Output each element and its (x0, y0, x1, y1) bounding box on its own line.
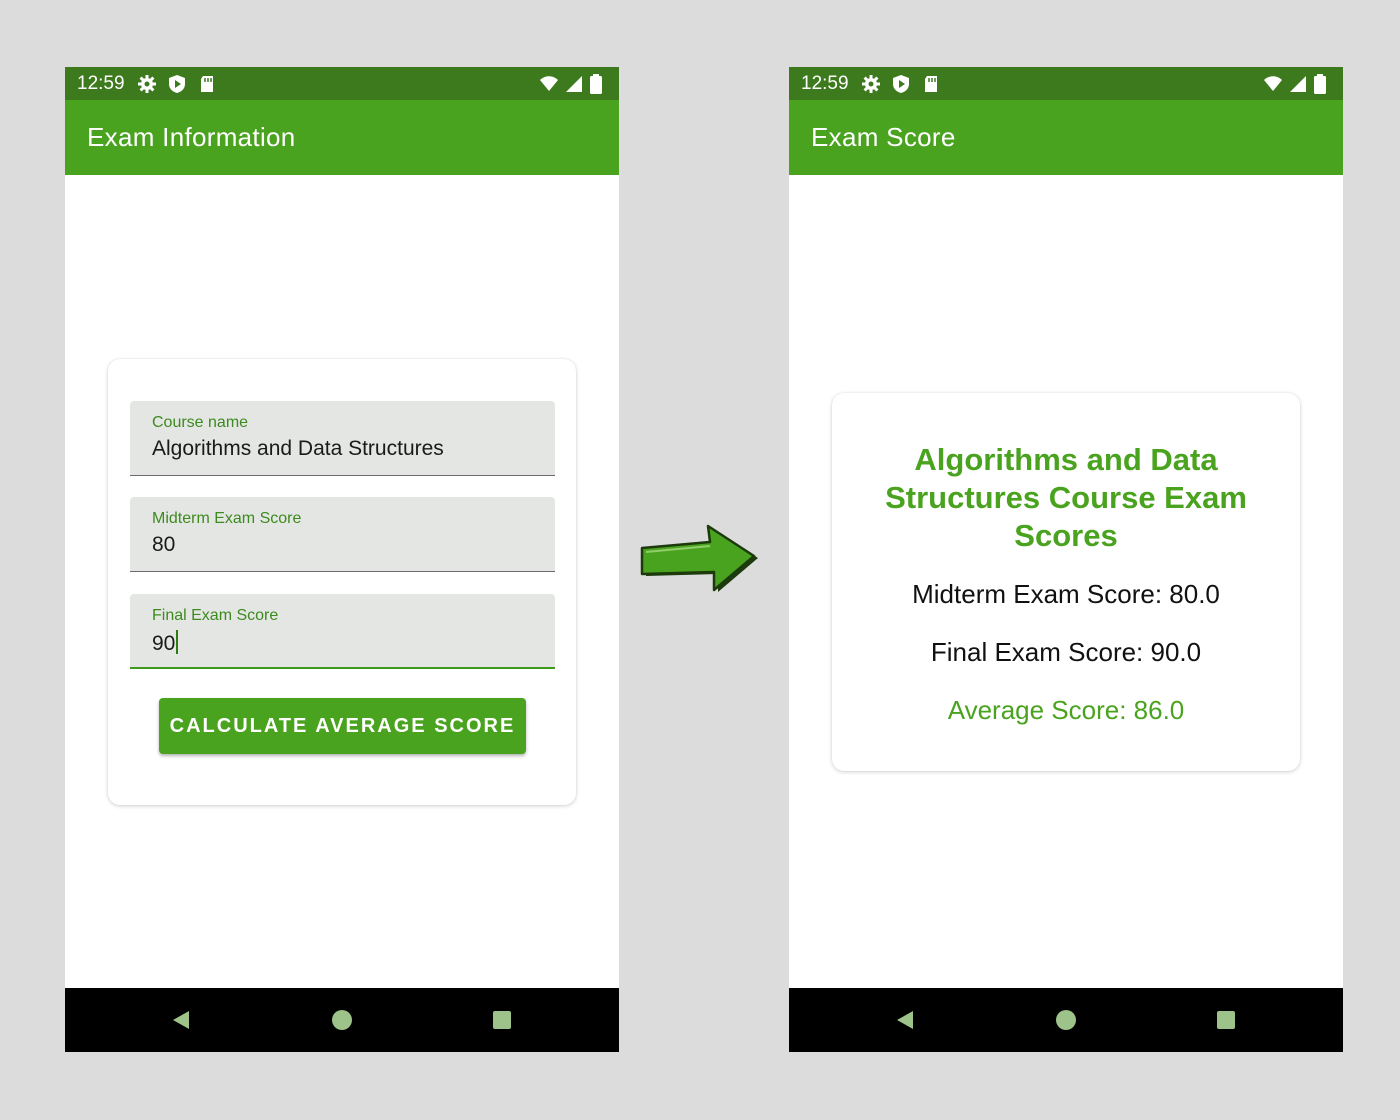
home-icon[interactable] (1054, 1008, 1078, 1032)
final-score-text: Final Exam Score: 90.0 (930, 637, 1202, 667)
app-bar: Exam Score (789, 100, 1343, 175)
status-time: 12:59 (77, 73, 125, 94)
recents-icon[interactable] (1214, 1008, 1238, 1032)
app-bar: Exam Information (65, 100, 619, 175)
page-title: Exam Score (811, 122, 956, 152)
final-score-value: 90 (152, 632, 176, 655)
course-name-value: Algorithms and Data Structures (152, 437, 444, 460)
midterm-score-text: Midterm Exam Score: 80.0 (912, 579, 1220, 609)
text-cursor (176, 630, 179, 654)
battery-icon (1313, 74, 1333, 94)
shield-play-icon (167, 74, 187, 94)
exam-score-card: Algorithms and Data Structures Course Ex… (832, 393, 1300, 771)
exam-score-screen: 12:59 Exam Score Algorithms and Data Str… (789, 67, 1343, 1052)
calculate-average-button[interactable]: CALCULATE AVERAGE SCORE (159, 698, 526, 754)
final-score-label: Final Exam Score (152, 607, 279, 624)
shield-play-icon (891, 74, 911, 94)
exam-information-screen: 12:59 Exam Information Course name Algor… (65, 67, 619, 1052)
signal-icon (564, 74, 584, 94)
back-icon[interactable] (893, 1008, 917, 1032)
course-name-label: Course name (152, 414, 249, 431)
midterm-score-field[interactable]: Midterm Exam Score 80 (130, 497, 555, 572)
sd-card-icon (197, 74, 217, 94)
navigation-bar (789, 988, 1343, 1052)
status-bar: 12:59 (789, 67, 1343, 100)
recents-icon[interactable] (490, 1008, 514, 1032)
gear-icon (861, 74, 881, 94)
arrow-right-icon (640, 524, 758, 592)
final-score-field[interactable]: Final Exam Score 90 (130, 594, 555, 669)
course-name-field[interactable]: Course name Algorithms and Data Structur… (130, 401, 555, 476)
midterm-score-label: Midterm Exam Score (152, 510, 302, 527)
home-icon[interactable] (330, 1008, 354, 1032)
wifi-icon (539, 74, 559, 94)
signal-icon (1288, 74, 1308, 94)
page-title: Exam Information (87, 122, 296, 152)
final-score-value-wrap: 90 (152, 630, 179, 656)
status-bar: 12:59 (65, 67, 619, 100)
gear-icon (137, 74, 157, 94)
back-icon[interactable] (169, 1008, 193, 1032)
midterm-score-value: 80 (152, 533, 176, 556)
exam-form-card: Course name Algorithms and Data Structur… (108, 359, 576, 805)
navigation-bar (65, 988, 619, 1052)
wifi-icon (1263, 74, 1283, 94)
battery-icon (589, 74, 609, 94)
status-time: 12:59 (801, 73, 849, 94)
result-title: Algorithms and Data Structures Course Ex… (885, 442, 1247, 553)
sd-card-icon (921, 74, 941, 94)
average-score-text: Average Score: 86.0 (947, 695, 1185, 725)
